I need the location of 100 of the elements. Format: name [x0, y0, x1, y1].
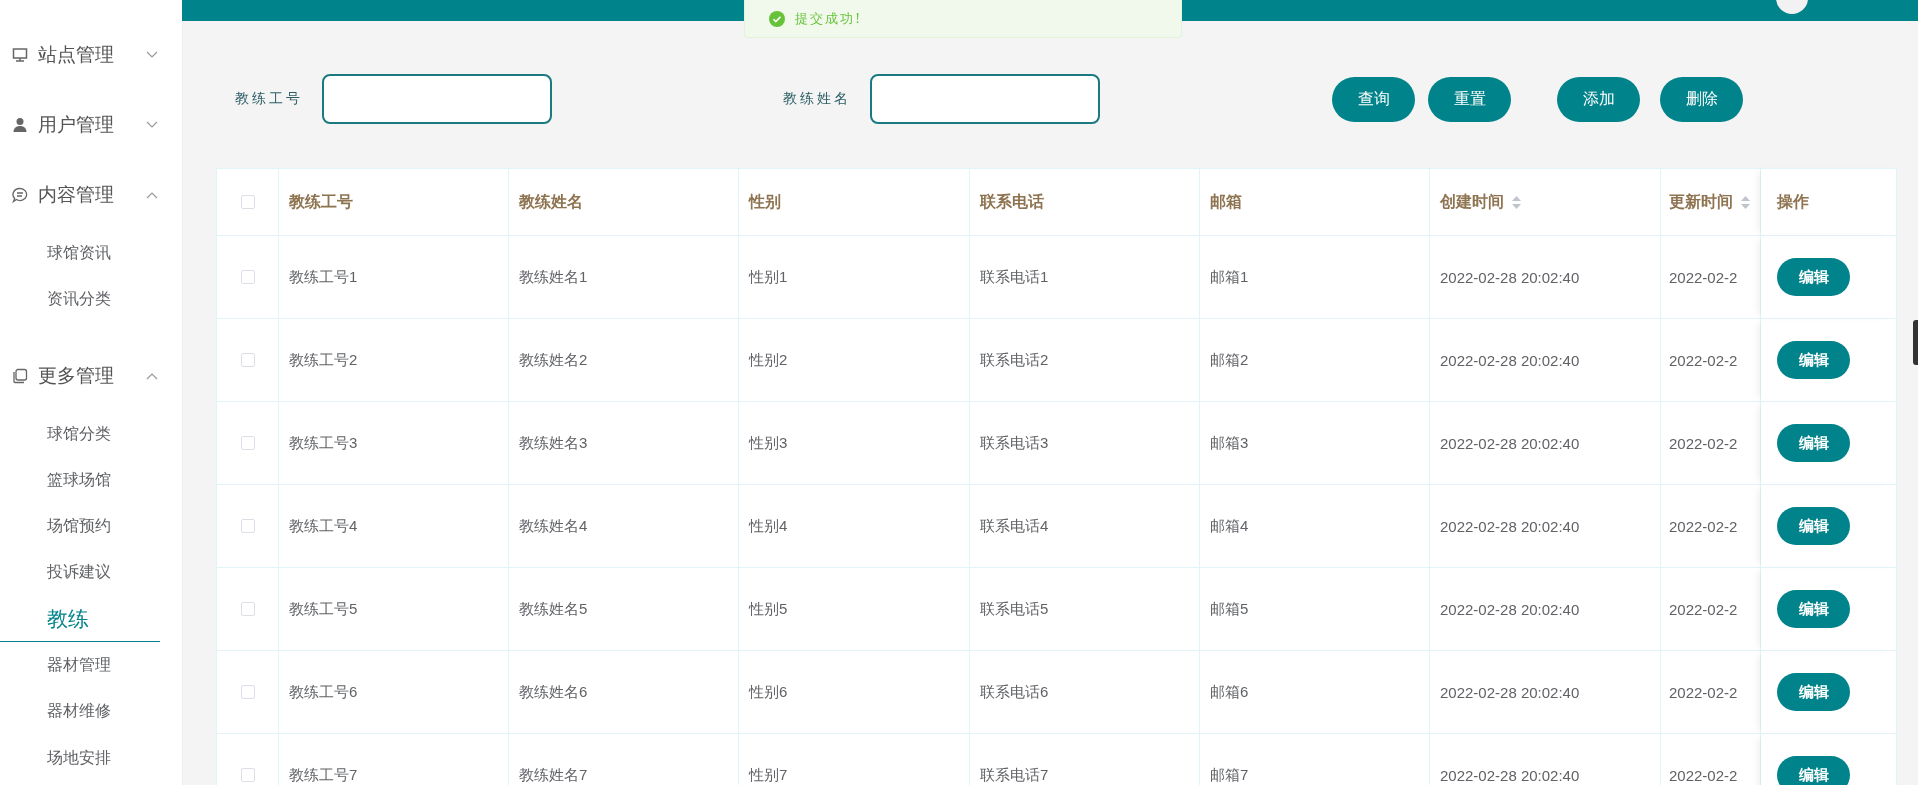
menu-group[interactable]: 站点管理 [0, 32, 182, 78]
toast-message: 提交成功! [795, 9, 863, 28]
sort-icon[interactable] [1741, 195, 1750, 209]
edit-button[interactable]: 编辑 [1777, 424, 1850, 462]
table-cell: 2022-02-2 [1661, 568, 1761, 651]
table-cell: 2022-02-28 20:02:40 [1430, 651, 1661, 734]
user-icon [12, 117, 28, 133]
table-cell: 2022-02-28 20:02:40 [1430, 568, 1661, 651]
table-cell: 邮箱3 [1200, 402, 1430, 485]
table-cell: 教练姓名1 [509, 236, 739, 319]
table-cell: 性别1 [739, 236, 970, 319]
column-header[interactable]: 创建时间 [1430, 168, 1661, 236]
filter-label: 教练工号 [235, 90, 304, 108]
table-cell: 联系电话1 [970, 236, 1200, 319]
menu-item[interactable]: 资讯分类 [0, 276, 160, 323]
table-cell: 2022-02-2 [1661, 402, 1761, 485]
chevron-down-icon [146, 51, 158, 59]
chat-icon [12, 187, 28, 203]
edit-button[interactable]: 编辑 [1777, 590, 1850, 628]
monitor-icon [12, 47, 28, 63]
table-cell: 教练工号7 [279, 734, 509, 785]
check-circle-icon [769, 10, 785, 27]
menu-item[interactable]: 器材管理 [0, 642, 160, 689]
table-cell: 邮箱2 [1200, 319, 1430, 402]
table-cell: 2022-02-2 [1661, 651, 1761, 734]
table-cell: 2022-02-28 20:02:40 [1430, 734, 1661, 785]
menu-item[interactable]: 场地安排 [0, 734, 160, 781]
edit-button[interactable]: 编辑 [1777, 673, 1850, 711]
column-header: 邮箱 [1200, 168, 1430, 236]
table-cell: 2022-02-28 20:02:40 [1430, 319, 1661, 402]
menu-group[interactable]: 内容管理 [0, 172, 182, 218]
table-cell: 教练姓名3 [509, 402, 739, 485]
column-header: 联系电话 [970, 168, 1200, 236]
table-cell: 性别3 [739, 402, 970, 485]
action-button[interactable]: 查询 [1332, 76, 1415, 122]
checkbox[interactable] [240, 768, 255, 782]
menu-group[interactable]: 用户管理 [0, 102, 182, 148]
checkbox[interactable] [240, 519, 255, 533]
table-cell: 联系电话2 [970, 319, 1200, 402]
menu-item[interactable]: 器材维修 [0, 688, 160, 735]
edit-button[interactable]: 编辑 [1777, 756, 1850, 785]
table-cell: 性别2 [739, 319, 970, 402]
table-cell: 教练姓名7 [509, 734, 739, 785]
menu-item[interactable]: 球馆分类 [0, 410, 160, 457]
checkbox[interactable] [240, 602, 255, 616]
table-cell: 教练姓名5 [509, 568, 739, 651]
checkbox[interactable] [240, 685, 255, 699]
table-cell: 性别5 [739, 568, 970, 651]
table-cell: 2022-02-28 20:02:40 [1430, 236, 1661, 319]
action-button[interactable]: 添加 [1557, 76, 1640, 122]
table-cell: 教练工号5 [279, 568, 509, 651]
table-cell: 邮箱1 [1200, 236, 1430, 319]
table-cell: 2022-02-2 [1661, 734, 1761, 785]
copy-icon [12, 367, 28, 384]
chevron-up-icon [146, 371, 158, 380]
table-cell: 性别4 [739, 485, 970, 568]
edit-button[interactable]: 编辑 [1777, 507, 1850, 545]
filter-label: 教练姓名 [783, 90, 852, 108]
table-cell: 教练工号1 [279, 236, 509, 319]
table-cell: 2022-02-2 [1661, 236, 1761, 319]
column-header: 教练工号 [279, 168, 509, 236]
menu-item[interactable]: 教练 [0, 595, 160, 643]
menu-item[interactable]: 篮球场馆 [0, 456, 160, 504]
table-cell: 2022-02-28 20:02:40 [1430, 402, 1661, 485]
menu-item[interactable]: 球馆资讯 [0, 230, 160, 277]
scroll-thumb[interactable] [1913, 320, 1918, 365]
table-cell: 联系电话5 [970, 568, 1200, 651]
table-cell: 联系电话6 [970, 651, 1200, 734]
table-cell: 教练姓名6 [509, 651, 739, 734]
sort-icon[interactable] [1512, 195, 1521, 209]
table-cell: 2022-02-28 20:02:40 [1430, 485, 1661, 568]
table-cell: 邮箱7 [1200, 734, 1430, 785]
menu-item[interactable]: 投诉建议 [0, 549, 160, 596]
checkbox[interactable] [240, 436, 255, 450]
checkbox[interactable] [240, 270, 255, 284]
column-header: 性别 [739, 168, 970, 236]
chevron-up-icon [146, 191, 158, 199]
column-header[interactable]: 更新时间 [1661, 168, 1761, 236]
menu-item[interactable]: 场馆预约 [0, 503, 160, 550]
input-field[interactable] [322, 74, 552, 124]
table-cell: 邮箱6 [1200, 651, 1430, 734]
table-cell: 性别7 [739, 734, 970, 785]
table-cell: 教练工号3 [279, 402, 509, 485]
action-button[interactable]: 重置 [1428, 76, 1511, 122]
menu-group[interactable]: 更多管理 [0, 352, 182, 399]
action-button[interactable]: 删除 [1660, 76, 1743, 122]
checkbox[interactable] [240, 353, 255, 367]
table-cell: 2022-02-2 [1661, 485, 1761, 568]
table-cell: 教练姓名2 [509, 319, 739, 402]
edit-button[interactable]: 编辑 [1777, 341, 1850, 379]
table-cell: 联系电话3 [970, 402, 1200, 485]
table-cell: 联系电话4 [970, 485, 1200, 568]
checkbox[interactable] [240, 195, 255, 209]
table-cell: 教练工号6 [279, 651, 509, 734]
table-cell: 邮箱5 [1200, 568, 1430, 651]
table-cell: 教练姓名4 [509, 485, 739, 568]
table-cell: 教练工号2 [279, 319, 509, 402]
chevron-down-icon [146, 121, 158, 129]
input-field[interactable] [870, 74, 1100, 124]
edit-button[interactable]: 编辑 [1777, 258, 1850, 296]
